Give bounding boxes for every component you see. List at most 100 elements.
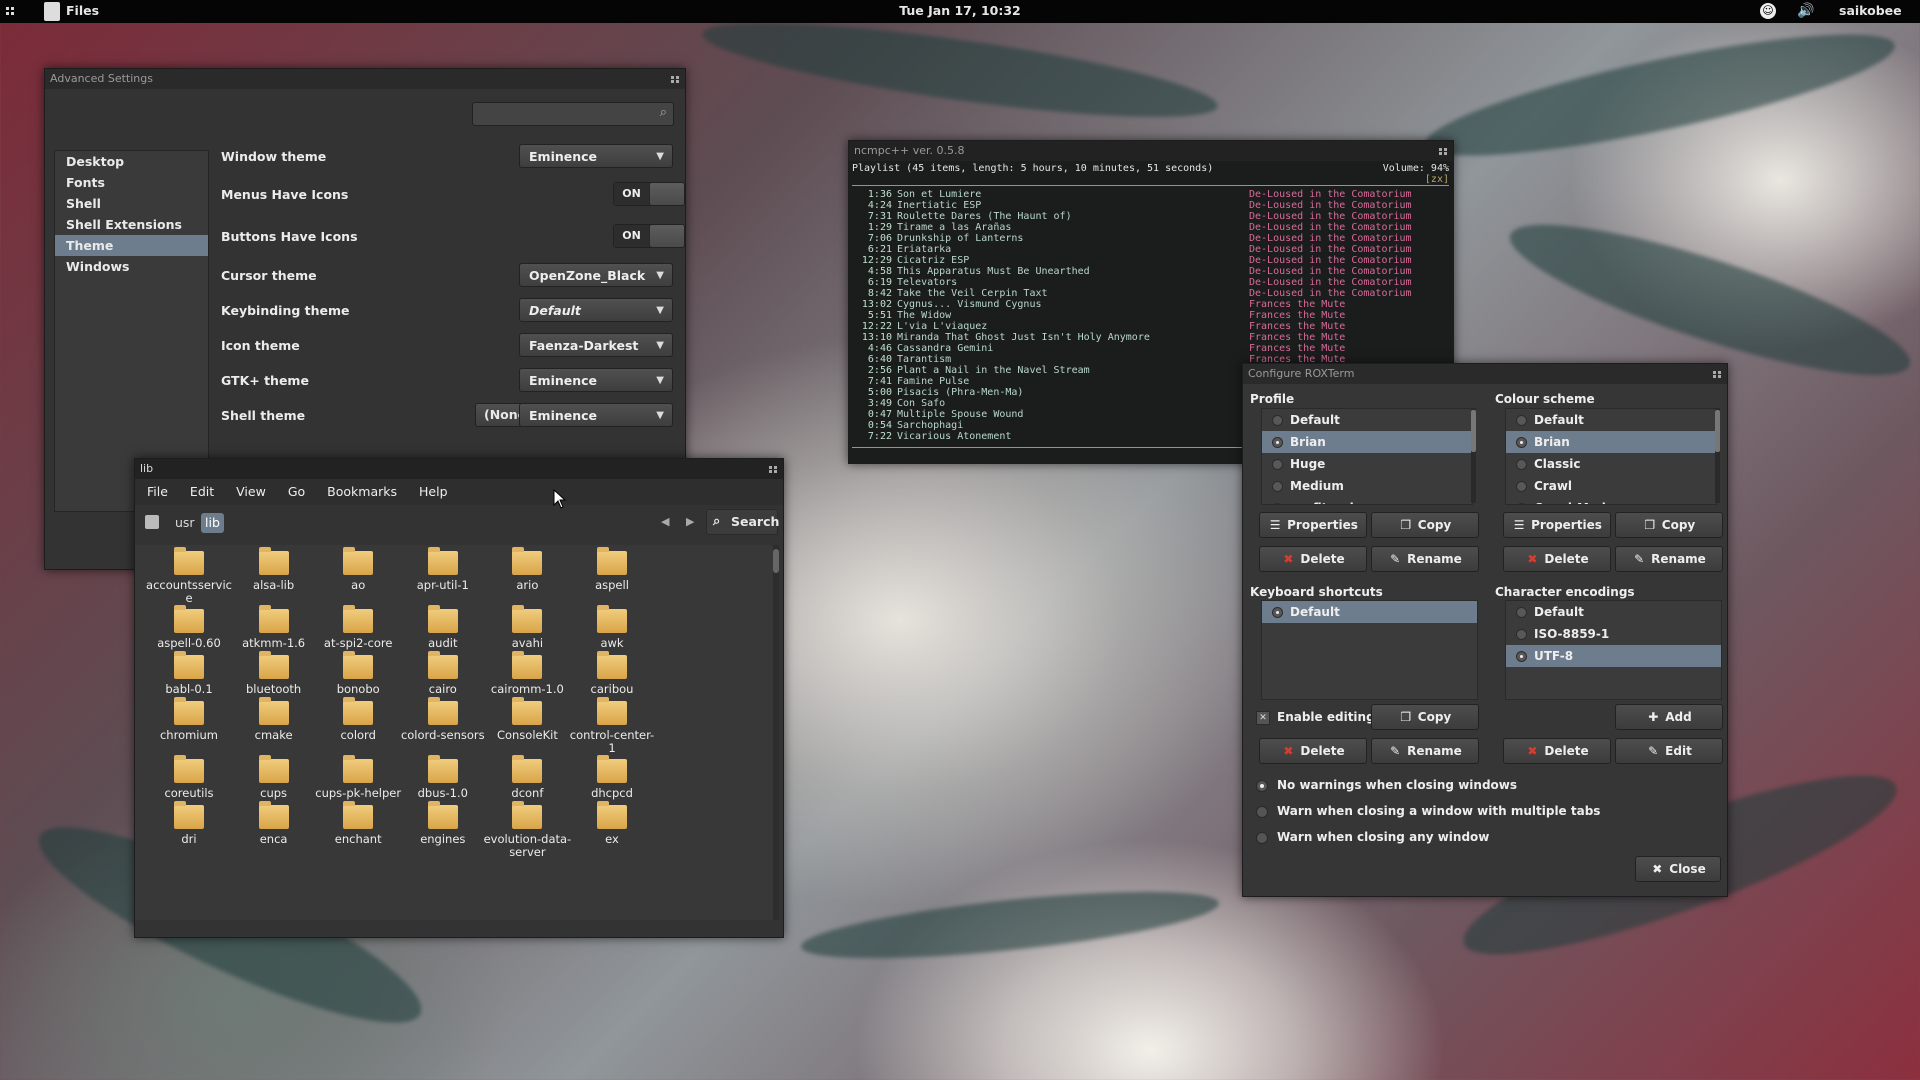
keybinding-theme-combo[interactable]: Default ▼: [519, 298, 673, 322]
scrollbar-thumb[interactable]: [1471, 410, 1476, 452]
sidebar-item-theme[interactable]: Theme: [55, 235, 208, 256]
clock[interactable]: Tue Jan 17, 10:32: [0, 3, 1920, 18]
playlist-row[interactable]: 12:29 Cicatriz ESP De-Loused in the Comato…: [852, 255, 1432, 266]
forward-arrow-icon[interactable]: ▶: [686, 515, 694, 528]
search-button[interactable]: ⌕ Search: [706, 509, 779, 535]
list-item[interactable]: Classic: [1506, 453, 1716, 475]
playlist-row[interactable]: 4:24 Inertiatic ESP De-Loused in the Comat…: [852, 200, 1432, 211]
scrollbar[interactable]: [1471, 408, 1476, 503]
playlist-row[interactable]: 5:51 The Widow Frances the Mute: [852, 310, 1432, 321]
icon-theme-combo[interactable]: Faenza-Darkest ▼: [519, 333, 673, 357]
breadcrumb-lib[interactable]: lib: [201, 513, 224, 533]
accessibility-icon[interactable]: ☺: [1760, 3, 1776, 19]
menus-icons-switch[interactable]: ON: [613, 182, 685, 206]
folder-item[interactable]: control-center- 1: [560, 697, 664, 755]
drive-icon[interactable]: [145, 515, 159, 529]
colour-delete-button[interactable]: ✖ Delete: [1503, 546, 1611, 572]
folder-item[interactable]: awk: [560, 605, 664, 650]
scrollbar[interactable]: [1715, 408, 1720, 503]
profile-properties-button[interactable]: ☰ Properties: [1259, 512, 1367, 538]
playlist-row[interactable]: 6:19 Televators De-Loused in the Comatoriu…: [852, 277, 1432, 288]
warn-option-multiple-tabs[interactable]: Warn when closing a window with multiple…: [1256, 804, 1600, 818]
window-menu-icon[interactable]: [1439, 148, 1447, 155]
close-button[interactable]: ✖ Close: [1635, 856, 1721, 882]
folder-item[interactable]: caribou: [560, 651, 664, 696]
list-item[interactable]: Brian: [1262, 431, 1472, 453]
profile-delete-button[interactable]: ✖ Delete: [1259, 546, 1367, 572]
window-theme-combo[interactable]: Eminence ▼: [519, 144, 673, 168]
playlist-row[interactable]: 4:58 This Apparatus Must Be Unearthed De-L…: [852, 266, 1432, 277]
shortcuts-rename-button[interactable]: ✎ Rename: [1371, 738, 1479, 764]
sidebar-item-desktop[interactable]: Desktop: [55, 151, 208, 172]
list-item[interactable]: Default: [1262, 409, 1472, 431]
playlist-row[interactable]: 13:02 Cygnus... Vismund Cygnus Frances the…: [852, 299, 1432, 310]
window-titlebar[interactable]: lib: [135, 459, 783, 479]
list-item[interactable]: Crawl-Mod: [1506, 497, 1716, 504]
window-titlebar[interactable]: Configure ROXTerm: [1243, 364, 1727, 384]
menu-bookmarks[interactable]: Bookmarks: [327, 479, 397, 505]
profile-rename-button[interactable]: ✎ Rename: [1371, 546, 1479, 572]
settings-search-input[interactable]: ⌕: [472, 102, 674, 126]
shell-theme-combo[interactable]: Eminence ▼: [519, 403, 673, 427]
shortcuts-copy-button[interactable]: ❐ Copy: [1371, 704, 1479, 730]
switch-knob[interactable]: [650, 183, 684, 205]
folder-item[interactable]: aspell: [560, 547, 664, 592]
playlist-row[interactable]: 1:36 Son et Lumiere De-Loused in the Comat…: [852, 189, 1432, 200]
list-item[interactable]: Default: [1506, 601, 1721, 623]
volume-icon[interactable]: 🔊: [1797, 3, 1814, 19]
playlist-row[interactable]: 1:29 Tirame a las Arañas De-Loused in the …: [852, 222, 1432, 233]
list-item[interactable]: UTF-8: [1506, 645, 1721, 667]
window-menu-icon[interactable]: [769, 466, 777, 473]
menu-view[interactable]: View: [236, 479, 266, 505]
sidebar-item-windows[interactable]: Windows: [55, 256, 208, 277]
encoding-delete-button[interactable]: ✖ Delete: [1503, 738, 1611, 764]
encoding-add-button[interactable]: ✚ Add: [1615, 704, 1723, 730]
scrollbar-thumb[interactable]: [1715, 410, 1720, 452]
list-item[interactable]: Brian: [1506, 431, 1716, 453]
menu-go[interactable]: Go: [288, 479, 305, 505]
warn-option-any-window[interactable]: Warn when closing any window: [1256, 830, 1489, 844]
menu-edit[interactable]: Edit: [190, 479, 214, 505]
sidebar-item-shell[interactable]: Shell: [55, 193, 208, 214]
playlist-row[interactable]: 7:06 Drunkship of Lanterns De-Loused in th…: [852, 233, 1432, 244]
warn-option-none[interactable]: No warnings when closing windows: [1256, 778, 1517, 792]
window-menu-icon[interactable]: [1713, 371, 1721, 378]
folder-item[interactable]: ex: [560, 801, 664, 846]
breadcrumb-usr[interactable]: usr: [171, 513, 199, 533]
colour-properties-button[interactable]: ☰ Properties: [1503, 512, 1611, 538]
playlist-row[interactable]: 12:22 L'via L'viaquez Frances the Mute: [852, 321, 1432, 332]
folder-item[interactable]: dhcpcd: [560, 755, 664, 800]
playlist-row[interactable]: 8:42 Take the Veil Cerpin Taxt De-Loused i…: [852, 288, 1432, 299]
sidebar-item-shell-extensions[interactable]: Shell Extensions: [55, 214, 208, 235]
list-item[interactable]: Crawl: [1506, 475, 1716, 497]
menu-file[interactable]: File: [147, 479, 168, 505]
list-item[interactable]: Default: [1262, 601, 1477, 623]
scrollbar[interactable]: [773, 545, 779, 920]
scrollbar-thumb[interactable]: [773, 549, 779, 573]
sidebar-item-fonts[interactable]: Fonts: [55, 172, 208, 193]
profile-copy-button[interactable]: ❐ Copy: [1371, 512, 1479, 538]
back-arrow-icon[interactable]: ◀: [661, 515, 669, 528]
shortcuts-delete-button[interactable]: ✖ Delete: [1259, 738, 1367, 764]
cursor-theme-combo[interactable]: OpenZone_Black ▼: [519, 263, 673, 287]
list-item[interactable]: Medium: [1262, 475, 1472, 497]
playlist-row[interactable]: 13:10 Miranda That Ghost Just Isn't Holy …: [852, 332, 1432, 343]
window-titlebar[interactable]: Advanced Settings: [45, 69, 685, 89]
list-item[interactable]: Default: [1506, 409, 1716, 431]
colour-copy-button[interactable]: ❐ Copy: [1615, 512, 1723, 538]
menu-help[interactable]: Help: [419, 479, 448, 505]
list-item[interactable]: Huge: [1262, 453, 1472, 475]
colour-rename-button[interactable]: ✎ Rename: [1615, 546, 1723, 572]
encoding-edit-button[interactable]: ✎ Edit: [1615, 738, 1723, 764]
gtk-theme-combo[interactable]: Eminence ▼: [519, 368, 673, 392]
playlist-row[interactable]: 7:31 Roulette Dares (The Haunt of) De-Lous…: [852, 211, 1432, 222]
buttons-icons-switch[interactable]: ON: [613, 224, 685, 248]
window-menu-icon[interactable]: [671, 76, 679, 83]
window-titlebar[interactable]: ncmpc++ ver. 0.5.8: [849, 141, 1453, 161]
list-item[interactable]: ISO-8859-1: [1506, 623, 1721, 645]
list-item[interactable]: profiterole: [1262, 497, 1472, 504]
user-menu[interactable]: saikobee: [1839, 3, 1902, 18]
playlist-row[interactable]: 4:46 Cassandra Gemini Frances the Mute: [852, 343, 1432, 354]
switch-knob[interactable]: [650, 225, 684, 247]
enable-editing-checkbox[interactable]: Enable editing: [1256, 710, 1375, 725]
